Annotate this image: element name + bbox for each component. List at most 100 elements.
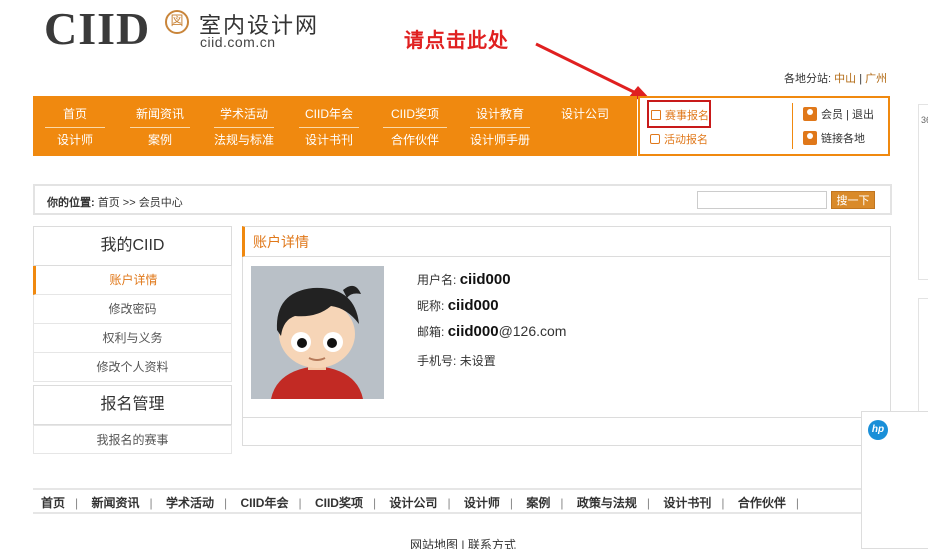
email-label: 邮箱: (417, 325, 445, 339)
phone-label: 手机号: (417, 354, 457, 368)
branch-label: 各地分站: (784, 73, 832, 85)
nickname-row: 昵称: ciid000 (417, 297, 499, 314)
menu-section-my-ciid: 我的CIID (33, 226, 232, 266)
nav-cases[interactable]: 案例 (130, 131, 190, 148)
menu-account-details[interactable]: 账户详情 (33, 266, 232, 295)
email-row: 邮箱: ciid000@126.com (417, 323, 566, 340)
menu-section-signup-mgmt: 报名管理 (33, 385, 232, 425)
nav-education[interactable]: 设计教育 (470, 105, 530, 128)
logo-wordmark[interactable]: CIID (44, 6, 150, 52)
logout-link[interactable]: 退出 (852, 109, 874, 121)
contact-link[interactable]: 联系方式 (468, 538, 516, 549)
contest-signup-link[interactable]: 赛事报名 (651, 107, 709, 123)
flag-icon (651, 110, 661, 120)
breadcrumb-current: 会员中心 (138, 197, 183, 209)
footer-bottom-line (33, 512, 892, 514)
phone-row: 手机号: 未设置 (417, 352, 496, 369)
account-panel-title: 账户详情 (242, 226, 891, 257)
breadcrumb-label: 你的位置: (47, 197, 95, 209)
logo-seal-icon: 図 (165, 10, 189, 34)
menu-edit-profile[interactable]: 修改个人资料 (33, 353, 232, 382)
member-sep: | (846, 109, 849, 121)
username-value: ciid000 (459, 271, 511, 288)
footer-link-partners[interactable]: 合作伙伴 (738, 496, 786, 510)
nav-design-company[interactable]: 设计公司 (555, 105, 615, 122)
footer-sep: | (560, 496, 564, 510)
link-icon (803, 131, 817, 145)
footer-link-awards[interactable]: CIID奖项 (315, 496, 363, 510)
footer-link-academic[interactable]: 学术活动 (166, 496, 214, 510)
sidebox-divider (792, 103, 793, 149)
nav-annual-meeting[interactable]: CIID年会 (299, 105, 359, 128)
nav-academic[interactable]: 学术活动 (214, 105, 274, 128)
email-domain: @126.com (498, 323, 567, 339)
hp-logo-icon[interactable]: hp (868, 420, 888, 440)
footer-sep: | (721, 496, 725, 510)
footer-sep: | (298, 496, 302, 510)
footer-sep: | (223, 496, 228, 510)
footer-link-policy[interactable]: 政策与法规 (577, 496, 637, 510)
main-nav: 首页 新闻资讯 学术活动 CIID年会 CIID奖项 设计教育 设计公司 设计师… (33, 96, 637, 156)
footer-sep: | (646, 496, 651, 510)
edit-icon (650, 134, 660, 144)
nav-awards[interactable]: CIID奖项 (383, 105, 447, 128)
nickname-label: 昵称: (417, 299, 445, 313)
nav-designer-handbook[interactable]: 设计师手册 (467, 131, 533, 148)
username-row: 用户名: ciid000 (417, 271, 511, 288)
branch-links-label: 链接各地 (821, 133, 865, 145)
branch-sites: 各地分站: 中山 | 广州 (784, 70, 887, 86)
footer-links: 首页 | 新闻资讯 | 学术活动 | CIID年会 | CIID奖项 | 设计公司 | 设计… (41, 494, 809, 511)
footer-sep: | (372, 496, 377, 510)
nav-regulations[interactable]: 法规与标准 (214, 131, 274, 148)
side-widget-partial-2 (918, 298, 928, 418)
footer-top-line (33, 488, 892, 490)
event-signup-link[interactable]: 活动报名 (650, 131, 708, 147)
member-link[interactable]: 会员 (821, 109, 843, 121)
event-signup-label: 活动报名 (664, 134, 708, 146)
footer-sep: | (509, 496, 514, 510)
branch-sep: | (859, 73, 863, 85)
search-button[interactable]: 搜一下 (831, 191, 875, 209)
nickname-value: ciid000 (447, 297, 499, 314)
sitemap-link[interactable]: 网站地图 (410, 538, 458, 549)
footer-link-designers[interactable]: 设计师 (464, 496, 500, 510)
side-widget-partial: 36 (918, 104, 928, 280)
branch-links-link[interactable]: 链接各地 (803, 130, 865, 146)
avatar (251, 266, 384, 399)
user-icon (803, 107, 817, 121)
side-widget-text: 36 (921, 115, 928, 125)
footer-link-books[interactable]: 设计书刊 (663, 496, 711, 510)
footer-bottom-sep: | (461, 538, 465, 549)
menu-rights-obligations[interactable]: 权利与义务 (33, 324, 232, 353)
email-user: ciid000 (447, 323, 499, 340)
footer-sep: | (75, 496, 79, 510)
footer-link-annual[interactable]: CIID年会 (240, 496, 288, 510)
footer-link-cases[interactable]: 案例 (526, 496, 550, 510)
footer-sep: | (447, 496, 451, 510)
footer-link-home[interactable]: 首页 (41, 496, 65, 510)
member-area: 会员 | 退出 (803, 106, 874, 122)
footer-sep: | (795, 496, 799, 510)
nav-designer[interactable]: 设计师 (45, 131, 105, 148)
search-input[interactable] (697, 191, 827, 209)
nav-books[interactable]: 设计书刊 (299, 131, 359, 148)
logo-url: ciid.com.cn (200, 34, 276, 50)
nav-news[interactable]: 新闻资讯 (130, 105, 190, 128)
footer-link-companies[interactable]: 设计公司 (389, 496, 437, 510)
footer-link-news[interactable]: 新闻资讯 (91, 496, 139, 510)
phone-value: 未设置 (459, 354, 496, 368)
menu-change-password[interactable]: 修改密码 (33, 295, 232, 324)
nav-home[interactable]: 首页 (45, 105, 105, 128)
footer-sep: | (149, 496, 153, 510)
branch-link-guangzhou[interactable]: 广州 (865, 73, 887, 85)
annotation-text: 请点击此处 (404, 30, 509, 52)
nav-partners[interactable]: 合作伙伴 (383, 131, 447, 148)
footer-bottom: 网站地图 | 联系方式 (410, 536, 516, 549)
breadcrumb-home[interactable]: 首页 (98, 197, 120, 209)
username-label: 用户名: (417, 273, 457, 287)
breadcrumb-arrow: >> (122, 197, 136, 209)
menu-my-contests[interactable]: 我报名的赛事 (33, 425, 232, 454)
account-panel-divider (242, 417, 891, 418)
contest-signup-label: 赛事报名 (665, 110, 709, 122)
branch-link-zhongshan[interactable]: 中山 (834, 73, 856, 85)
